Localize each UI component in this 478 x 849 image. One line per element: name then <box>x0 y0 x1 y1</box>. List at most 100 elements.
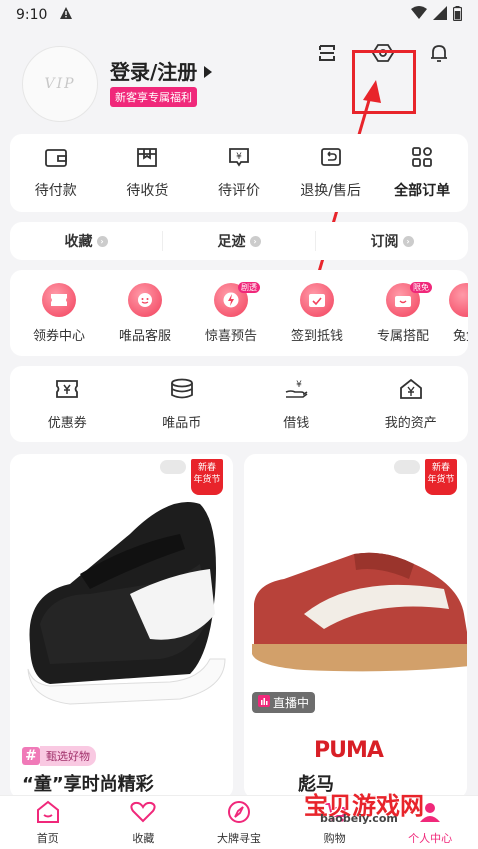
status-bar: 9:10 <box>0 0 478 30</box>
service-label: 签到抵钱 <box>290 328 343 344</box>
orders-card: 待付款 待收货 ¥ 待评价 退换/售后 全部订单 <box>10 134 468 212</box>
highlight-box <box>352 50 416 114</box>
service-label: 领券中心 <box>32 328 85 344</box>
coin-icon <box>169 378 195 404</box>
heart-icon <box>130 800 156 827</box>
more-options-icon[interactable] <box>160 460 186 474</box>
asset-my-assets[interactable]: 我的资产 <box>354 366 469 442</box>
bell-icon <box>428 42 450 68</box>
order-label: 待付款 <box>34 183 77 199</box>
services-card: 领券中心 唯品客服 剧透 惊喜预告 签到抵钱 限免 专属搭配 兔兔 <box>10 270 468 356</box>
service-customer-support[interactable]: 唯品客服 <box>102 270 188 356</box>
tab-label: 首页 <box>36 831 59 845</box>
chevron-right-icon: › <box>402 235 414 247</box>
service-label: 唯品客服 <box>118 328 171 344</box>
asset-vip-coins[interactable]: 唯品币 <box>125 366 240 442</box>
tab-label: 购物 <box>323 831 346 845</box>
signal-icon <box>433 6 447 24</box>
live-badge[interactable]: 直播中 <box>252 692 316 713</box>
wifi-icon <box>411 6 427 24</box>
warning-icon <box>59 6 73 24</box>
puma-logo: PUMA <box>314 738 384 763</box>
status-time: 9:10 <box>16 7 48 23</box>
tab-label: 大牌寻宝 <box>216 831 261 845</box>
avatar[interactable]: VIP <box>22 46 98 122</box>
tag-line: 年货节 <box>427 475 455 485</box>
home-icon <box>35 800 61 827</box>
wallet-icon <box>44 146 68 172</box>
ticket-icon <box>42 282 76 317</box>
service-label: 专属搭配 <box>376 328 429 344</box>
svg-text:¥: ¥ <box>296 380 302 390</box>
asset-borrow[interactable]: ¥ 借钱 <box>239 366 354 442</box>
quick-label: 收藏 <box>64 234 93 250</box>
package-icon <box>135 146 159 172</box>
pick-label: 甄选好物 <box>40 746 96 766</box>
tab-favorites[interactable]: 收藏 <box>96 796 192 849</box>
site-watermark: 宝贝游戏网 baobeiy.com <box>290 776 450 826</box>
service-coupon-center[interactable]: 领券中心 <box>16 270 102 356</box>
order-pending-payment[interactable]: 待付款 <box>10 134 102 212</box>
quick-favorites[interactable]: 收藏 › <box>10 231 163 251</box>
tab-brand-treasure[interactable]: 大牌寻宝 <box>191 796 287 849</box>
order-pending-review[interactable]: ¥ 待评价 <box>193 134 285 212</box>
rabbit-icon <box>449 282 468 317</box>
tag-line: 新春 <box>197 463 216 473</box>
quick-links-card: 收藏 › 足迹 › 订阅 › <box>10 222 468 260</box>
watermark-url: baobeiy.com <box>320 812 398 825</box>
chevron-right-icon: › <box>96 235 108 247</box>
quick-history[interactable]: 足迹 › <box>163 231 316 251</box>
battery-icon <box>452 5 463 25</box>
asset-label: 优惠券 <box>47 415 87 431</box>
order-label: 待收货 <box>126 183 169 199</box>
quick-subscriptions[interactable]: 订阅 › <box>316 231 468 251</box>
scan-button[interactable] <box>312 40 342 70</box>
product-card[interactable]: 新春 年货节 # 甄选好物 “童”享时尚精彩 <box>10 454 233 799</box>
service-rabbit[interactable]: 兔兔 <box>446 270 468 356</box>
order-label: 全部订单 <box>394 183 451 199</box>
quick-label: 订阅 <box>370 234 399 250</box>
live-bars-icon <box>258 695 270 710</box>
kids-sneaker-image <box>27 502 226 705</box>
tab-home[interactable]: 首页 <box>0 796 96 849</box>
service-label: 兔兔 <box>452 328 468 344</box>
product-card[interactable]: 新春 年货节 直播中 PUMA 彪马 <box>244 454 467 799</box>
chevron-right-icon: › <box>249 235 261 247</box>
house-yen-icon <box>398 378 424 404</box>
more-options-icon[interactable] <box>394 460 420 474</box>
login-register-link[interactable]: 登录/注册 <box>110 56 213 85</box>
svg-text:¥: ¥ <box>236 152 242 162</box>
support-icon <box>128 282 162 317</box>
review-icon: ¥ <box>227 146 251 172</box>
pick-tag: # 甄选好物 <box>22 746 96 766</box>
login-label: 登录/注册 <box>110 60 198 84</box>
chevron-right-icon <box>203 59 213 83</box>
asset-label: 我的资产 <box>384 415 437 431</box>
borrow-icon: ¥ <box>283 378 309 404</box>
tab-label: 收藏 <box>132 831 155 845</box>
notification-button[interactable] <box>424 40 454 70</box>
asset-label: 唯品币 <box>162 415 202 431</box>
spring-festival-tag: 新春 年货节 <box>425 459 457 495</box>
scan-icon <box>316 42 338 68</box>
order-return-service[interactable]: 退换/售后 <box>285 134 377 212</box>
hashtag-icon: # <box>22 747 40 765</box>
quick-label: 足迹 <box>217 234 246 250</box>
calendar-check-icon <box>300 282 334 317</box>
asset-coupons[interactable]: 优惠券 <box>10 366 125 442</box>
service-tag: 限免 <box>410 282 432 293</box>
order-label: 待评价 <box>217 183 260 199</box>
service-surprise-preview[interactable]: 剧透 惊喜预告 <box>188 270 274 356</box>
product-title: “童”享时尚精彩 <box>22 774 154 795</box>
avatar-text: VIP <box>44 76 76 92</box>
order-pending-receipt[interactable]: 待收货 <box>102 134 194 212</box>
service-label: 惊喜预告 <box>204 328 257 344</box>
order-all[interactable]: 全部订单 <box>376 134 468 212</box>
assets-card: 优惠券 唯品币 ¥ 借钱 我的资产 <box>10 366 468 442</box>
new-customer-badge[interactable]: 新客享专属福利 <box>110 87 197 107</box>
service-check-in[interactable]: 签到抵钱 <box>274 270 360 356</box>
asset-label: 借钱 <box>283 415 310 431</box>
grid-icon <box>410 146 434 172</box>
service-exclusive-outfit[interactable]: 限免 专属搭配 <box>360 270 446 356</box>
return-icon <box>319 146 343 172</box>
